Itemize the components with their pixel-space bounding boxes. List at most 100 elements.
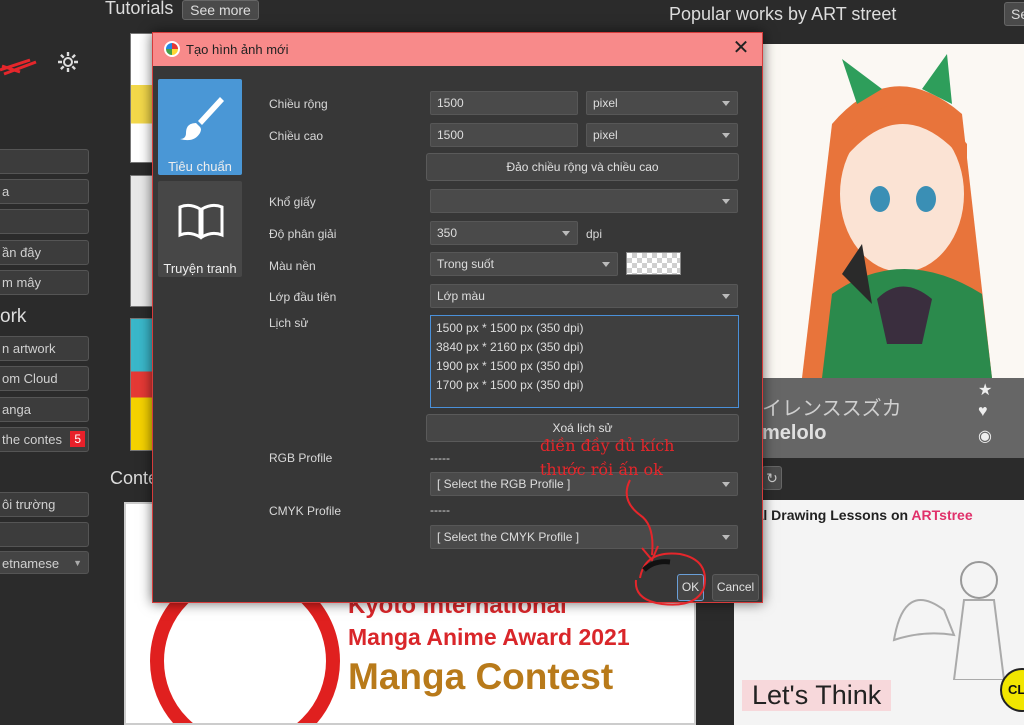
- cmyk-profile-label: CMYK Profile: [269, 504, 342, 518]
- width-input[interactable]: 1500: [430, 91, 578, 115]
- template-tab-label: Tiêu chuẩn: [168, 159, 232, 174]
- left-menu-button-from-cloud[interactable]: om Cloud: [0, 366, 89, 391]
- language-label: etnamese: [2, 556, 60, 571]
- background-color-value: Trong suốt: [437, 257, 494, 271]
- left-menu-button-recent[interactable]: ần đây: [0, 240, 89, 265]
- template-tab-label: Truyện tranh: [163, 261, 237, 276]
- left-menu-button-contest[interactable]: the contes 5: [0, 427, 89, 452]
- left-menu-label: m mây: [2, 275, 41, 290]
- history-item[interactable]: 1700 px * 1500 px (350 dpi): [436, 376, 738, 395]
- chevron-down-icon: [602, 262, 610, 267]
- chevron-down-icon: [722, 101, 730, 106]
- rgb-profile-label: RGB Profile: [269, 451, 333, 465]
- left-menu-button-2[interactable]: a: [0, 179, 89, 204]
- template-tab-standard[interactable]: Tiêu chuẩn: [158, 79, 242, 175]
- chevron-down-icon: [722, 535, 730, 540]
- ok-button[interactable]: OK: [677, 574, 704, 601]
- left-menu-button-environment[interactable]: ôi trường: [0, 492, 89, 517]
- book-icon: [178, 203, 224, 240]
- left-menu-button-blank[interactable]: [0, 522, 89, 547]
- cmyk-profile-select-label: [ Select the CMYK Profile ]: [437, 530, 580, 544]
- artwork-artist[interactable]: melolo: [762, 422, 826, 445]
- width-label: Chiều rộng: [269, 97, 328, 111]
- height-unit-value: pixel: [593, 128, 618, 142]
- red-scribble-mark: [0, 58, 37, 76]
- handwritten-annotation: điền đầy đủ kích thước rồi ấn ok: [540, 434, 674, 482]
- history-item[interactable]: 3840 px * 2160 px (350 dpi): [436, 338, 738, 357]
- left-menu-button-manga[interactable]: anga: [0, 397, 89, 422]
- resolution-value: 350: [437, 226, 458, 240]
- paper-size-select[interactable]: [430, 189, 738, 213]
- transparent-color-swatch[interactable]: [626, 252, 681, 275]
- left-menu-label: a: [2, 184, 10, 199]
- new-image-dialog: Tạo hình ảnh mới ✕ Tiêu chuẩn Truyện tra…: [152, 32, 763, 603]
- lesson-caption: Let's Think: [742, 680, 892, 711]
- left-panel: a ần đây m mây ork n artwork om Cloud an…: [0, 0, 100, 725]
- template-tab-comic[interactable]: Truyện tranh: [158, 181, 242, 277]
- history-label: Lịch sử: [269, 316, 309, 330]
- reload-icon[interactable]: ↻: [762, 466, 782, 490]
- history-list[interactable]: 1500 px * 1500 px (350 dpi) 3840 px * 21…: [430, 315, 739, 408]
- star-icon[interactable]: ★: [978, 380, 992, 400]
- annotation-line-1: điền đầy đủ kích: [540, 436, 675, 455]
- left-menu-button-artwork[interactable]: n artwork: [0, 336, 89, 361]
- brush-icon: [180, 97, 224, 141]
- annotation-line-2: thước rồi ấn ok: [540, 460, 663, 479]
- contest-count-badge: 5: [70, 431, 85, 447]
- resolution-unit: dpi: [586, 227, 603, 241]
- gear-icon[interactable]: [56, 50, 80, 74]
- left-menu-button-cloud[interactable]: m mây: [0, 270, 89, 295]
- history-item[interactable]: 1900 px * 1500 px (350 dpi): [436, 357, 738, 376]
- chevron-down-icon: ▼: [73, 558, 82, 568]
- first-layer-value: Lớp màu: [437, 289, 485, 303]
- background-color-select[interactable]: Trong suốt: [430, 252, 618, 276]
- first-layer-label: Lớp đầu tiên: [269, 290, 337, 304]
- cancel-button[interactable]: Cancel: [712, 574, 759, 601]
- contest-banner-line-3: Manga Contest: [348, 656, 614, 697]
- dialog-title: Tạo hình ảnh mới: [186, 42, 289, 57]
- cmyk-profile-select[interactable]: [ Select the CMYK Profile ]: [430, 525, 738, 549]
- chevron-down-icon: [722, 294, 730, 299]
- height-input[interactable]: 1500: [430, 123, 578, 147]
- artstreet-logo-text: ARTstree: [911, 507, 973, 523]
- left-menu-label: ôi trường: [2, 497, 56, 512]
- popular-works-title: Popular works by ART street: [669, 4, 897, 24]
- close-icon[interactable]: ✕: [731, 38, 751, 59]
- popular-artwork-image[interactable]: [762, 44, 1024, 378]
- tutorials-title: Tutorials: [105, 0, 174, 18]
- left-menu-label: the contes: [2, 432, 62, 447]
- left-menu-label: anga: [2, 402, 31, 417]
- left-menu-button-1[interactable]: [0, 149, 89, 174]
- swap-dimensions-button[interactable]: Đảo chiều rộng và chiều cao: [426, 153, 739, 181]
- artwork-illustration: [762, 44, 1024, 378]
- left-menu-label: n artwork: [2, 341, 56, 356]
- contest-banner-line-2: Manga Anime Award 2021: [348, 624, 630, 650]
- app-logo-icon: [164, 41, 180, 57]
- language-select[interactable]: etnamese ▼: [0, 551, 89, 574]
- chevron-down-icon: [722, 482, 730, 487]
- see-more-button[interactable]: See more: [182, 0, 259, 20]
- dialog-titlebar[interactable]: Tạo hình ảnh mới ✕: [153, 33, 762, 66]
- left-menu-button-3[interactable]: [0, 209, 89, 234]
- lesson-banner-title: icial Drawing Lessons on ARTstree: [740, 507, 973, 523]
- left-menu-label: ần đây: [2, 245, 42, 260]
- width-unit-select[interactable]: pixel: [586, 91, 738, 115]
- resolution-label: Độ phân giải: [269, 227, 337, 241]
- rgb-profile-current: -----: [430, 451, 450, 465]
- paper-size-label: Khổ giấy: [269, 195, 316, 209]
- width-unit-value: pixel: [593, 96, 618, 110]
- angel-sketch-illustration: [892, 561, 1006, 680]
- eye-icon: ◉: [978, 428, 992, 445]
- popular-see-more-button[interactable]: Se: [1004, 2, 1024, 26]
- height-unit-select[interactable]: pixel: [586, 123, 738, 147]
- first-layer-select[interactable]: Lớp màu: [430, 284, 738, 308]
- background-color-label: Màu nền: [269, 259, 316, 273]
- chevron-down-icon: [562, 231, 570, 236]
- contest-section-title: Conte: [110, 468, 159, 488]
- artwork-title: イレンススズカ: [762, 398, 902, 420]
- lesson-banner[interactable]: icial Drawing Lessons on ARTstree Let's …: [734, 500, 1024, 725]
- resolution-select[interactable]: 350: [430, 221, 578, 245]
- heart-icon[interactable]: ♥: [978, 403, 988, 421]
- history-item[interactable]: 1500 px * 1500 px (350 dpi): [436, 319, 738, 338]
- cmyk-profile-current: -----: [430, 503, 450, 517]
